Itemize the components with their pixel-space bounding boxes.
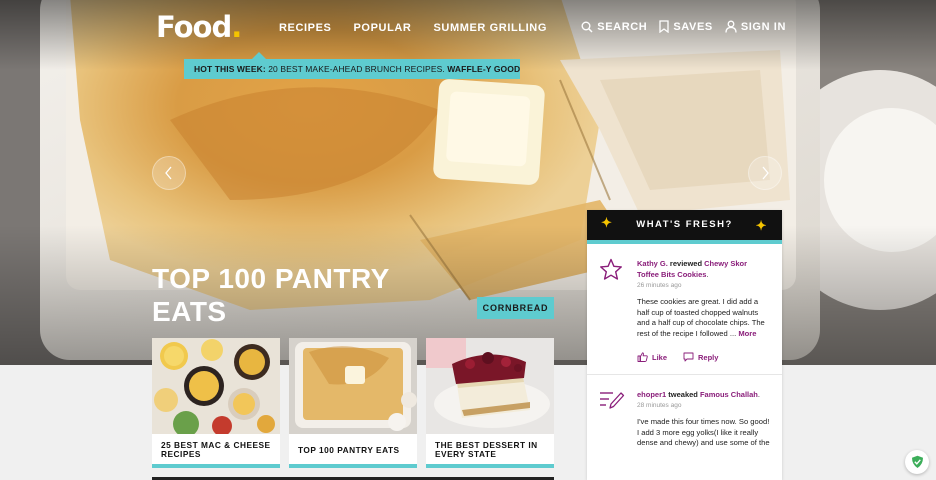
- card-accent-bar: [289, 464, 417, 468]
- card-accent-bar: [152, 464, 280, 468]
- whats-fresh-header: ✦ WHAT'S FRESH? ✦: [587, 210, 782, 240]
- like-label: Like: [652, 352, 668, 362]
- hero-title-line1: TOP 100 PANTRY: [152, 263, 390, 294]
- sparkle-icon: ✦: [601, 215, 614, 230]
- activity-recipe-link[interactable]: Famous Challah: [700, 390, 758, 399]
- nav-summer-grilling[interactable]: SUMMER GRILLING: [433, 22, 547, 34]
- card-image-dessert: [426, 338, 554, 434]
- utility-nav: SEARCH SAVES SIGN IN: [581, 20, 786, 33]
- bookmark-icon: [659, 20, 670, 33]
- banner-pointer: [252, 52, 266, 59]
- sign-in-button[interactable]: SIGN IN: [725, 20, 786, 33]
- hero-tag-button[interactable]: CORNBREAD: [477, 297, 554, 319]
- activity-item: ehoper1 tweaked Famous Challah. 28 minut…: [587, 375, 782, 449]
- comment-icon: [683, 352, 694, 362]
- carousel-next-button[interactable]: [748, 156, 782, 190]
- activity-body: I've made this four times now. So good! …: [637, 417, 770, 449]
- carousel-prev-button[interactable]: [152, 156, 186, 190]
- chevron-right-icon: [762, 166, 769, 180]
- card-title: 25 BEST MAC & CHEESE RECIPES: [161, 440, 271, 459]
- saves-button[interactable]: SAVES: [659, 20, 712, 33]
- activity-headline: ehoper1 tweaked Famous Challah.: [637, 389, 770, 400]
- card-image-cornbread: [289, 338, 417, 434]
- featured-cards: 25 BEST MAC & CHEESE RECIPES TOP 100 PAN…: [152, 338, 554, 468]
- whats-fresh-panel: ✦ WHAT'S FRESH? ✦ Kathy G. reviewed Chew…: [587, 210, 782, 480]
- logo-dot: .: [231, 10, 242, 44]
- activity-end: .: [706, 270, 709, 279]
- reply-label: Reply: [698, 352, 719, 362]
- nav-recipes[interactable]: RECIPES: [279, 22, 332, 34]
- card-accent-bar: [426, 464, 554, 468]
- activity-timestamp: 28 minutes ago: [637, 402, 682, 409]
- card-title: THE BEST DESSERT IN EVERY STATE: [435, 440, 538, 459]
- nav-popular[interactable]: POPULAR: [354, 22, 412, 34]
- activity-user-link[interactable]: ehoper1: [637, 390, 666, 399]
- hero-title-line2: EATS: [152, 296, 227, 327]
- reply-button[interactable]: Reply: [683, 352, 718, 362]
- sparkle-icon: ✦: [755, 218, 768, 233]
- page: Food. RECIPES POPULAR SUMMER GRILLING SE…: [0, 0, 936, 480]
- logo-text: Food: [156, 10, 232, 44]
- activity-headline: Kathy G. reviewed Chewy Skor Toffee Bits…: [637, 258, 770, 280]
- search-button[interactable]: SEARCH: [581, 21, 647, 33]
- card-best-dessert[interactable]: THE BEST DESSERT IN EVERY STATE: [426, 338, 554, 468]
- site-logo[interactable]: Food.: [156, 10, 242, 44]
- hero-title[interactable]: TOP 100 PANTRY EATS: [152, 262, 390, 328]
- activity-end: .: [757, 390, 760, 399]
- card-image-mac-cheese: [152, 338, 280, 434]
- star-icon: [600, 258, 622, 280]
- hero-carousel[interactable]: Food. RECIPES POPULAR SUMMER GRILLING SE…: [0, 0, 936, 365]
- thumbs-up-icon: [637, 352, 648, 362]
- more-link[interactable]: More: [738, 329, 756, 338]
- search-icon: [581, 21, 593, 33]
- activity-verb: reviewed: [667, 259, 705, 268]
- security-badge-button[interactable]: [905, 450, 929, 474]
- banner-text: 20 BEST MAKE-AHEAD BRUNCH RECIPES.: [265, 64, 448, 74]
- activity-verb: tweaked: [666, 390, 700, 399]
- whats-fresh-title: WHAT'S FRESH?: [636, 219, 733, 230]
- shield-check-icon: [911, 455, 923, 468]
- chevron-left-icon: [165, 166, 172, 180]
- activity-user-link[interactable]: Kathy G.: [637, 259, 668, 268]
- sign-in-label: SIGN IN: [740, 20, 786, 33]
- user-icon: [725, 20, 737, 33]
- hot-this-week-banner[interactable]: HOT THIS WEEK: 20 BEST MAKE-AHEAD BRUNCH…: [184, 59, 520, 79]
- like-button[interactable]: Like: [637, 352, 667, 362]
- activity-actions: Like Reply: [637, 352, 770, 374]
- saves-label: SAVES: [673, 20, 713, 33]
- activity-body: These cookies are great. I did add a hal…: [637, 297, 770, 339]
- activity-timestamp: 26 minutes ago: [637, 282, 682, 289]
- banner-emphasis: WAFFLE-Y GOOD: [447, 64, 521, 74]
- card-mac-cheese[interactable]: 25 BEST MAC & CHEESE RECIPES: [152, 338, 280, 468]
- main-nav: RECIPES POPULAR SUMMER GRILLING: [279, 22, 547, 34]
- activity-body-text: I've made this four times now. So good! …: [637, 417, 770, 447]
- card-title: TOP 100 PANTRY EATS: [298, 445, 400, 455]
- card-pantry-eats[interactable]: TOP 100 PANTRY EATS: [289, 338, 417, 468]
- activity-item: Kathy G. reviewed Chewy Skor Toffee Bits…: [587, 244, 782, 374]
- pencil-lines-icon: [600, 392, 625, 409]
- banner-prefix: HOT THIS WEEK:: [194, 64, 266, 74]
- search-label: SEARCH: [597, 20, 648, 33]
